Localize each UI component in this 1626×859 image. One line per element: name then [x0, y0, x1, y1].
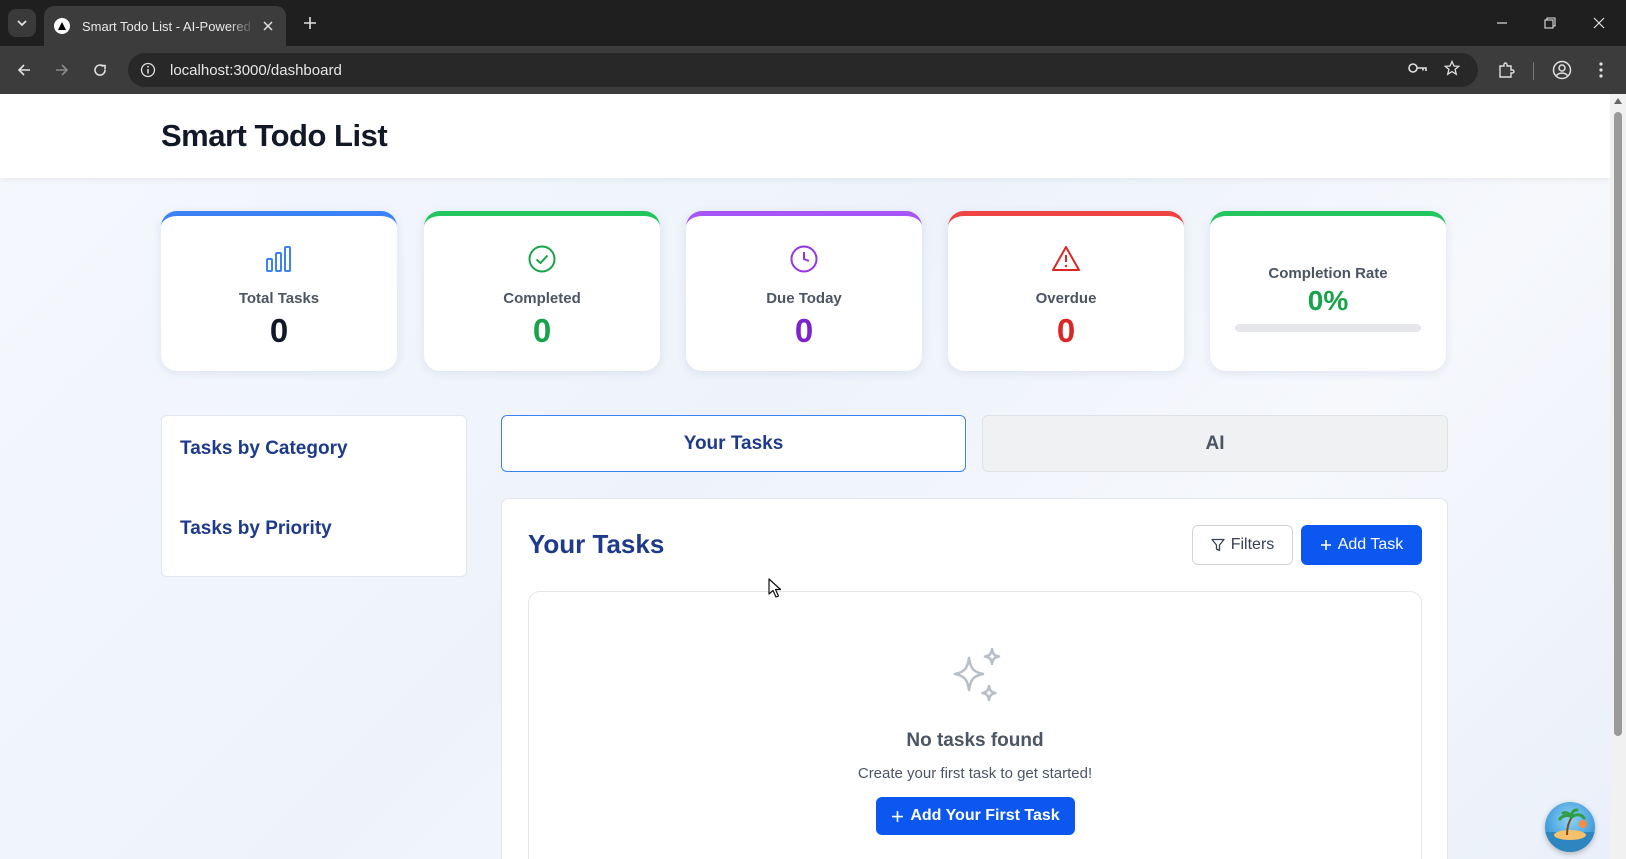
plus-icon [1320, 540, 1331, 550]
add-first-task-label: Add Your First Task [910, 807, 1060, 824]
mouse-cursor-icon [768, 578, 782, 598]
filters-button[interactable]: Filters [1192, 525, 1293, 565]
stat-value: 0 [1056, 312, 1076, 349]
stat-label: Total Tasks [238, 290, 320, 307]
add-first-task-button[interactable]: Add Your First Task [876, 797, 1075, 835]
tasks-panel: Your Tasks Filters Add Task No tasks fou… [501, 498, 1448, 859]
new-tab-icon[interactable] [298, 11, 322, 35]
empty-state: No tasks found Create your first task to… [528, 591, 1422, 859]
page-scrollbar[interactable] [1610, 94, 1626, 859]
back-icon[interactable] [10, 56, 38, 84]
completion-rate-label: Completion Rate [1268, 265, 1388, 282]
address-bar[interactable]: localhost:3000/dashboard [128, 53, 1478, 87]
add-task-button[interactable]: Add Task [1301, 525, 1422, 565]
empty-state-title: No tasks found [906, 730, 1044, 751]
menu-kebab-icon[interactable] [1587, 56, 1615, 84]
app-header: Smart Todo List [0, 94, 1610, 178]
favicon-icon [54, 18, 70, 34]
stat-card-completion-rate: Completion Rate 0% [1210, 211, 1446, 371]
filter-icon [1211, 538, 1225, 552]
stat-card-total-tasks: Total Tasks 0 [161, 211, 397, 371]
check-circle-icon [528, 245, 556, 273]
stat-label: Overdue [1035, 290, 1097, 307]
empty-state-subtitle: Create your first task to get started! [857, 765, 1093, 782]
stat-label: Completed [503, 290, 581, 307]
tasks-by-priority-title: Tasks by Priority [180, 518, 332, 539]
plus-icon [892, 810, 904, 822]
password-key-icon[interactable] [1404, 54, 1432, 82]
app-title: Smart Todo List [161, 118, 388, 153]
forward-icon[interactable] [48, 56, 76, 84]
stat-card-due-today: Due Today 0 [686, 211, 922, 371]
stat-label: Due Today [766, 290, 842, 307]
completion-progress-bar [1235, 324, 1421, 332]
browser-tab[interactable]: Smart Todo List - AI-Powered Task [44, 6, 286, 46]
scroll-up-arrow-icon[interactable] [1614, 98, 1622, 104]
restore-icon[interactable] [1528, 8, 1572, 38]
bookmark-star-icon[interactable] [1438, 54, 1466, 82]
stat-value: 0 [532, 312, 552, 349]
browser-toolbar: localhost:3000/dashboard [0, 46, 1626, 94]
extensions-icon[interactable] [1492, 56, 1520, 84]
sparkles-icon [953, 647, 1001, 702]
stat-value: 0 [269, 312, 289, 349]
clock-icon [790, 245, 818, 273]
site-info-icon[interactable] [140, 62, 156, 78]
tasks-title: Your Tasks [528, 529, 665, 559]
tab-search-button[interactable] [8, 9, 36, 37]
tab-title: Smart Todo List - AI-Powered Task [82, 18, 255, 34]
toolbar-separator [1533, 62, 1534, 80]
bar-chart-icon [266, 246, 291, 272]
assistant-avatar-button[interactable] [1545, 802, 1595, 852]
tab-your-tasks[interactable]: Your Tasks [501, 415, 966, 472]
chevron-down-icon [17, 20, 27, 27]
close-tab-icon[interactable] [261, 18, 276, 34]
tab-ai[interactable]: AI [982, 415, 1448, 472]
page-viewport: Smart Todo List Total Tasks 0 Completed … [0, 94, 1610, 859]
sidebar-card: Tasks by Category Tasks by Priority [161, 415, 467, 577]
stat-value: 0 [794, 312, 814, 349]
browser-tabstrip: Smart Todo List - AI-Powered Task [0, 0, 1626, 46]
scrollbar-thumb[interactable] [1614, 112, 1622, 736]
stat-card-overdue: Overdue 0 [948, 211, 1184, 371]
tasks-by-category-title: Tasks by Category [180, 438, 348, 459]
minimize-icon[interactable] [1480, 8, 1524, 38]
url-text[interactable]: localhost:3000/dashboard [170, 62, 342, 79]
warning-icon [1052, 246, 1080, 271]
stat-card-completed: Completed 0 [424, 211, 660, 371]
completion-rate-value: 0% [1307, 285, 1349, 316]
island-icon [1545, 808, 1595, 852]
filters-label: Filters [1230, 536, 1275, 553]
profile-icon[interactable] [1548, 56, 1576, 84]
add-task-label: Add Task [1337, 536, 1404, 553]
reload-icon[interactable] [86, 56, 114, 84]
close-window-icon[interactable] [1577, 8, 1621, 38]
